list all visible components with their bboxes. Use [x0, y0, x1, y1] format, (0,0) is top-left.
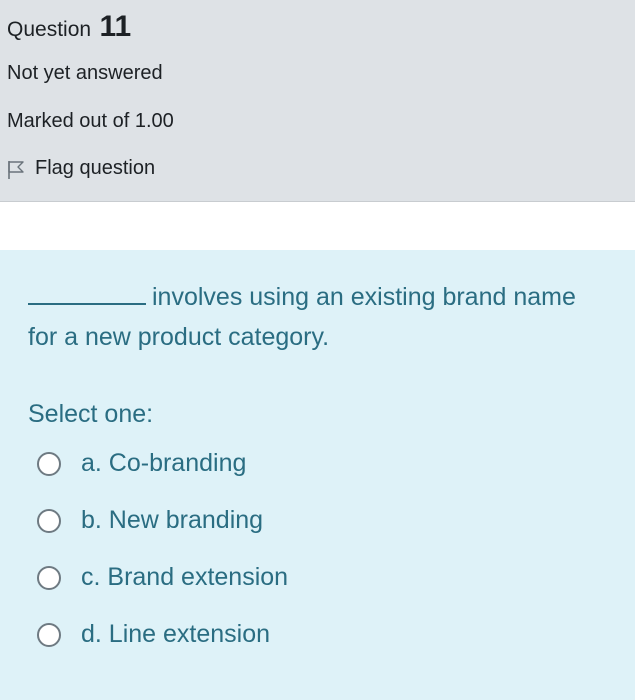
- answer-option-b[interactable]: b. New branding: [37, 506, 263, 535]
- question-heading: Question 11: [7, 10, 131, 44]
- flag-icon: [7, 158, 35, 180]
- radio-icon[interactable]: [37, 508, 61, 533]
- panel-gap: [0, 202, 635, 250]
- flag-question-label: Flag question: [35, 157, 156, 179]
- question-text: involves using an existing brand name fo…: [28, 277, 588, 357]
- question-grade: Marked out of 1.00: [7, 110, 174, 132]
- answer-option-c[interactable]: c. Brand extension: [37, 563, 288, 592]
- flag-question-toggle[interactable]: Flag question: [7, 157, 155, 180]
- answer-label-b: b. New branding: [81, 506, 264, 534]
- select-one-prompt: Select one:: [28, 400, 154, 428]
- question-state: Not yet answered: [7, 62, 163, 84]
- answer-label-c: c. Brand extension: [81, 563, 289, 591]
- question-info-panel: Question 11 Not yet answered Marked out …: [0, 0, 635, 202]
- answer-label-d: d. Line extension: [81, 620, 271, 648]
- radio-icon[interactable]: [37, 451, 61, 476]
- question-label: Question: [7, 18, 92, 41]
- answer-option-d[interactable]: d. Line extension: [37, 620, 270, 649]
- fill-in-blank: [28, 277, 146, 305]
- radio-icon[interactable]: [37, 622, 61, 647]
- radio-icon[interactable]: [37, 565, 61, 590]
- question-number: 11: [99, 10, 132, 43]
- answer-option-a[interactable]: a. Co-branding: [37, 449, 246, 478]
- question-content-panel: involves using an existing brand name fo…: [0, 250, 635, 700]
- answer-label-a: a. Co-branding: [81, 449, 247, 477]
